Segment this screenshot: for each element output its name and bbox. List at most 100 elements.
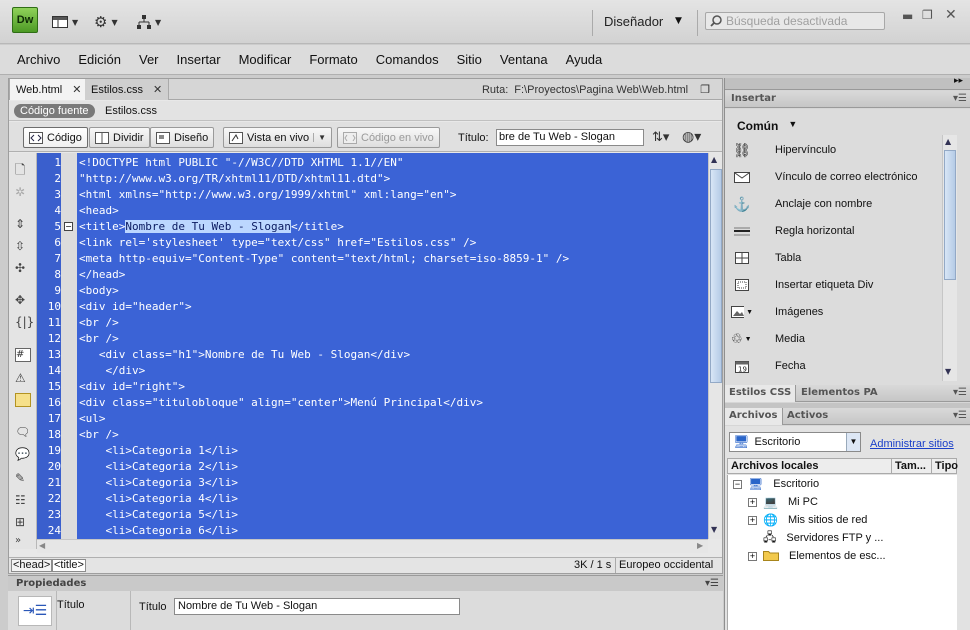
recent-snippets-icon[interactable]: ☷ <box>15 493 31 507</box>
site-menu-button[interactable]: ▼ <box>137 12 161 32</box>
properties-panel-header[interactable]: Propiedades ▾☰ <box>8 575 723 591</box>
close-icon[interactable]: ✕ <box>72 83 81 96</box>
column-type[interactable]: Tipo <box>935 460 958 472</box>
related-file-estilos[interactable]: Estilos.css <box>105 105 157 117</box>
balance-braces-icon[interactable]: {|} <box>15 315 34 329</box>
line-numbers-icon[interactable]: # <box>15 348 31 362</box>
open-documents-icon[interactable]: 🗋 <box>15 161 31 178</box>
tab-assets[interactable]: Activos <box>783 408 832 424</box>
extensions-menu-button[interactable]: ⚙ ▼ <box>94 12 118 32</box>
chevron-down-icon[interactable]: ▼ <box>846 433 860 451</box>
expand-all-icon[interactable]: ✣ <box>15 261 31 275</box>
snippet-icon[interactable]: ✲ <box>15 185 31 199</box>
code-line[interactable]: <br /> <box>79 331 119 347</box>
code-line[interactable]: <head> <box>79 203 119 219</box>
menu-ayuda[interactable]: Ayuda <box>566 52 603 67</box>
selected-text[interactable]: Nombre de Tu Web - Slogan <box>125 220 291 233</box>
apply-comment-icon[interactable]: 🗨 <box>15 425 31 439</box>
code-line[interactable]: <div id="right"> <box>79 379 185 395</box>
panel-menu-icon[interactable]: ▾☰ <box>953 408 967 424</box>
code-line[interactable]: <!DOCTYPE html PUBLIC "-//W3C//DTD XHTML… <box>79 155 404 171</box>
source-code-button[interactable]: Código fuente <box>14 104 95 118</box>
select-parent-tag-icon[interactable]: ✥ <box>15 293 31 307</box>
code-line[interactable]: <div class="titulobloque" align="center"… <box>79 395 483 411</box>
menu-insertar[interactable]: Insertar <box>177 52 221 67</box>
dock-collapse-bar[interactable]: ▸▸ <box>725 76 970 90</box>
menu-formato[interactable]: Formato <box>309 52 357 67</box>
code-editor[interactable]: <!DOCTYPE html PUBLIC "-//W3C//DTD XHTML… <box>77 153 708 539</box>
tab-web-html[interactable]: Web.html ✕ <box>9 79 89 100</box>
move-css-icon[interactable]: ⊞ <box>15 515 31 529</box>
expand-icon[interactable]: + <box>748 497 757 507</box>
tree-item-desktop-elements[interactable]: + Elementos de esc... <box>748 547 886 565</box>
layout-menu-button[interactable]: ▼ <box>52 12 78 32</box>
collapse-icon[interactable]: ▸▸ <box>954 76 963 86</box>
chevron-down-icon[interactable]: ▼ <box>313 133 326 142</box>
panel-menu-icon[interactable]: ▾☰ <box>953 91 967 107</box>
code-line[interactable]: <br /> <box>79 427 119 443</box>
code-view-button[interactable]: Código <box>23 127 88 148</box>
code-line[interactable]: <div id="header"> <box>79 299 192 315</box>
code-line[interactable]: </head> <box>79 267 125 283</box>
wrap-tag-icon[interactable]: ✎ <box>15 471 31 485</box>
site-dropdown[interactable]: 🖥 Escritorio ▼ <box>729 432 861 452</box>
insert-named-anchor[interactable]: ⚓ Anclaje con nombre <box>731 191 872 217</box>
chevron-down-icon[interactable]: ▼ <box>675 16 682 26</box>
tab-estilos-css[interactable]: Estilos.css ✕ <box>85 79 170 100</box>
insert-horizontal-rule[interactable]: Regla horizontal <box>731 218 855 244</box>
collapse-tag-icon[interactable]: ⇕ <box>15 217 31 231</box>
menu-comandos[interactable]: Comandos <box>376 52 439 67</box>
manage-sites-link[interactable]: Administrar sitios <box>870 438 954 450</box>
scroll-thumb[interactable] <box>710 169 722 383</box>
close-icon[interactable]: ✕ <box>153 83 162 96</box>
tab-ap-elements[interactable]: Elementos PA <box>797 385 882 401</box>
remove-comment-icon[interactable]: 💬 <box>15 447 31 461</box>
code-line[interactable]: <li>Categoria 5</li> <box>79 507 237 523</box>
panel-menu-icon[interactable]: ▾☰ <box>705 576 719 591</box>
menu-ventana[interactable]: Ventana <box>500 52 548 67</box>
code-line[interactable]: <li>Categoria 3</li> <box>79 475 237 491</box>
expand-icon[interactable]: + <box>748 551 757 561</box>
code-line[interactable]: <ul> <box>79 411 106 427</box>
code-line[interactable]: </div> <box>79 363 145 379</box>
split-view-button[interactable]: Dividir <box>89 127 150 148</box>
insert-email-link[interactable]: Vínculo de correo electrónico <box>731 164 917 190</box>
code-line[interactable]: <li>Categoria 2</li> <box>79 459 237 475</box>
scroll-thumb[interactable] <box>944 150 956 280</box>
menu-edicion[interactable]: Edición <box>78 52 121 67</box>
menu-sitio[interactable]: Sitio <box>457 52 482 67</box>
insert-panel-header[interactable]: Insertar ▾☰ <box>725 91 970 108</box>
column-local-files[interactable]: Archivos locales <box>731 460 818 472</box>
scroll-left-icon[interactable]: ◀ <box>39 541 45 550</box>
more-tools-icon[interactable]: » <box>15 535 31 549</box>
insert-scrollbar[interactable]: ▲ ▼ <box>942 135 957 381</box>
tree-item-network[interactable]: + 🌐 Mis sitios de red <box>748 511 867 529</box>
code-line[interactable]: <li>Categoria 1</li> <box>79 443 237 459</box>
scroll-right-icon[interactable]: ▶ <box>697 541 703 550</box>
scroll-up-icon[interactable]: ▲ <box>711 155 717 164</box>
code-line[interactable]: <div class="h1">Nombre de Tu Web - Sloga… <box>79 347 410 363</box>
live-code-button[interactable]: Código en vivo <box>337 127 440 148</box>
panel-menu-icon[interactable]: ▾☰ <box>953 385 967 401</box>
tab-css-styles[interactable]: Estilos CSS <box>725 385 797 402</box>
title-input[interactable]: bre de Tu Web - Slogan <box>496 129 644 146</box>
collapse-selection-icon[interactable]: ⇳ <box>15 239 31 253</box>
tree-item-escritorio[interactable]: − 🖥 Escritorio <box>733 475 819 493</box>
tree-item-ftp[interactable]: 🖧 Servidores FTP y ... <box>763 529 883 547</box>
code-line[interactable]: <link rel='stylesheet' type="text/css" h… <box>79 235 476 251</box>
insert-media[interactable]: ♲ ▼ Media <box>731 326 805 352</box>
code-line[interactable]: <br /> <box>79 315 119 331</box>
tag-selector-title[interactable]: <title> <box>52 559 86 572</box>
scroll-up-icon[interactable]: ▲ <box>945 137 951 146</box>
insert-images[interactable]: ▼ Imágenes <box>731 299 823 325</box>
menu-archivo[interactable]: Archivo <box>17 52 60 67</box>
workspace-switcher[interactable]: Diseñador <box>604 14 663 29</box>
insert-div-tag[interactable]: Insertar etiqueta Div <box>731 272 873 298</box>
search-field[interactable]: Búsqueda desactivada <box>705 12 885 30</box>
restore-document-icon[interactable]: ❐ <box>700 83 710 96</box>
menu-ver[interactable]: Ver <box>139 52 159 67</box>
insert-table[interactable]: Tabla <box>731 245 801 271</box>
live-view-button[interactable]: Vista en vivo ▼ <box>223 127 333 148</box>
code-line[interactable]: <li>Categoria 6</li> <box>79 523 237 539</box>
collapse-icon[interactable]: − <box>733 479 742 489</box>
